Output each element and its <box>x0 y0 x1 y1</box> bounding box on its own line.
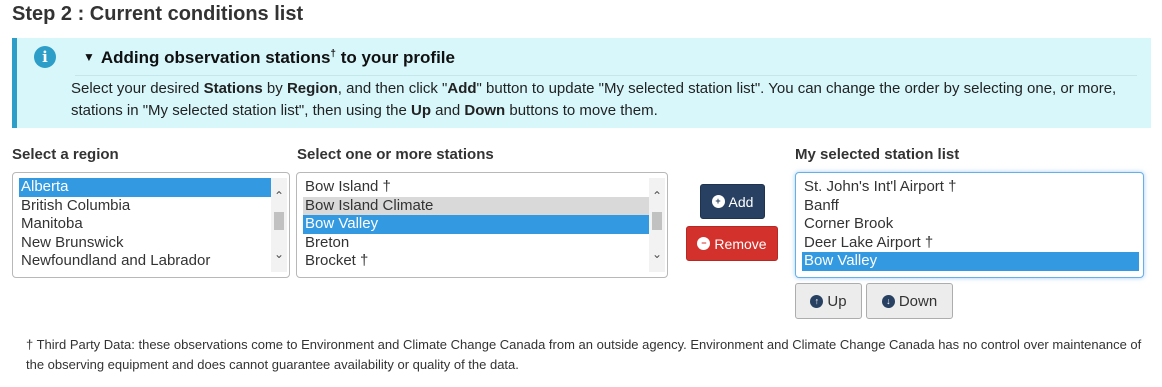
my-list-label: My selected station list <box>795 146 960 163</box>
region-label: Select a region <box>12 146 119 163</box>
list-option[interactable]: Breton <box>303 234 649 253</box>
down-button[interactable]: ↓ Down <box>866 283 953 319</box>
list-option[interactable]: Alberta <box>19 178 271 197</box>
list-option[interactable]: Corner Brook <box>802 215 1139 234</box>
region-scrollbar[interactable]: ⌃ ⌄ <box>271 178 287 272</box>
scroll-thumb[interactable] <box>274 212 284 230</box>
stations-label: Select one or more stations <box>297 146 494 163</box>
my-station-options: St. John's Int'l Airport † Banff Corner Br… <box>802 178 1139 271</box>
arrow-up-circle-icon: ↑ <box>810 294 824 308</box>
scroll-thumb[interactable] <box>652 212 662 230</box>
stations-listbox[interactable]: Bow Island † Bow Island Climate Bow Valley… <box>296 172 668 278</box>
instruction-text: Select your desired <box>71 80 204 97</box>
info-icon: i <box>34 46 56 68</box>
list-option[interactable]: Bow Island Climate <box>303 196 649 215</box>
up-button-label: Up <box>827 292 847 310</box>
triangle-down-icon: ▼ <box>83 50 95 64</box>
info-title-suffix: to your profile <box>335 48 455 67</box>
stations-scrollbar[interactable]: ⌃ ⌄ <box>649 178 665 272</box>
scroll-up-icon[interactable]: ⌃ <box>649 188 665 204</box>
instruction-text: buttons to move them. <box>505 102 658 119</box>
divider <box>75 75 1137 76</box>
scroll-down-icon[interactable]: ⌄ <box>649 246 665 262</box>
remove-button[interactable]: − Remove <box>686 226 778 261</box>
down-button-label: Down <box>898 292 938 310</box>
list-option[interactable]: Bow Valley <box>303 215 649 234</box>
list-option[interactable]: St. John's Int'l Airport † <box>802 178 1139 197</box>
minus-circle-icon: − <box>697 237 711 250</box>
info-title-text: Adding observation stations <box>100 48 331 67</box>
list-option[interactable]: Bow Island † <box>303 178 649 197</box>
scroll-up-icon[interactable]: ⌃ <box>271 188 287 204</box>
instruction-bold: Add <box>447 80 477 97</box>
instruction-text: and <box>431 102 465 119</box>
instruction-bold: Up <box>411 102 431 119</box>
add-button[interactable]: + Add <box>700 184 765 219</box>
info-panel: i ▼ Adding observation stations† to your … <box>12 38 1151 128</box>
list-option[interactable]: Brocket † <box>303 252 649 271</box>
list-option[interactable]: Deer Lake Airport † <box>802 234 1139 253</box>
up-button[interactable]: ↑ Up <box>795 283 862 319</box>
stations-options: Bow Island † Bow Island Climate Bow Valley… <box>303 178 649 271</box>
instruction-bold: Stations <box>203 80 263 97</box>
third-party-footnote: † Third Party Data: these observations c… <box>26 337 1142 372</box>
list-option[interactable]: Manitoba <box>19 215 271 234</box>
info-instructions: Select your desired Stations by Region, … <box>71 78 1146 122</box>
remove-button-label: Remove <box>714 235 767 252</box>
list-option[interactable]: British Columbia <box>19 197 271 216</box>
region-listbox[interactable]: Alberta British Columbia Manitoba New Bruns… <box>12 172 290 278</box>
add-button-label: Add <box>728 193 754 210</box>
list-option[interactable]: Newfoundland and Labrador <box>19 252 271 271</box>
instruction-text: by <box>262 80 287 97</box>
list-option[interactable]: Banff <box>802 197 1139 216</box>
list-option[interactable]: Bow Valley <box>802 252 1139 271</box>
instruction-bold: Down <box>464 102 506 119</box>
my-station-listbox[interactable]: St. John's Int'l Airport † Banff Corner Br… <box>795 172 1144 278</box>
scroll-down-icon[interactable]: ⌄ <box>271 246 287 262</box>
region-options: Alberta British Columbia Manitoba New Bruns… <box>19 178 271 271</box>
list-option[interactable]: New Brunswick <box>19 234 271 253</box>
page-title: Step 2 : Current conditions list <box>12 3 304 25</box>
info-toggle[interactable]: ▼ Adding observation stations† to your pr… <box>83 48 455 68</box>
instruction-text: , and then click " <box>337 80 448 97</box>
arrow-down-circle-icon: ↓ <box>881 294 895 308</box>
plus-circle-icon: + <box>711 195 725 208</box>
instruction-bold: Region <box>286 80 338 97</box>
